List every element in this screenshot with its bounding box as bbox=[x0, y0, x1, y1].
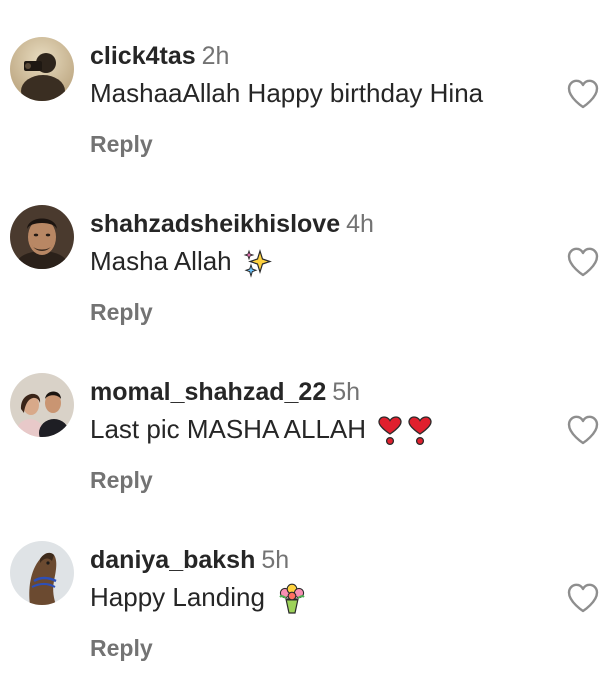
like-button[interactable] bbox=[566, 78, 600, 110]
bouquet-emoji-icon bbox=[276, 583, 308, 615]
avatar[interactable] bbox=[10, 541, 74, 605]
timestamp[interactable]: 5h bbox=[261, 546, 289, 574]
comment-text: Masha Allah bbox=[90, 244, 273, 278]
avatar[interactable] bbox=[10, 373, 74, 437]
comment-text: Last pic MASHA ALLAH bbox=[90, 412, 433, 446]
comment-text: MashaaAllah Happy birthday Hina bbox=[90, 76, 483, 110]
comment-item: daniya_baksh 5h Happy Landing Reply bbox=[0, 504, 615, 672]
reply-button[interactable]: Reply bbox=[90, 634, 153, 662]
comment-text-body: Happy Landing bbox=[90, 582, 265, 612]
timestamp[interactable]: 4h bbox=[346, 210, 374, 238]
avatar[interactable] bbox=[10, 205, 74, 269]
heart-outline-icon bbox=[567, 583, 599, 613]
heart-outline-icon bbox=[567, 247, 599, 277]
horse-avatar-icon bbox=[10, 541, 74, 605]
username[interactable]: momal_shahzad_22 bbox=[90, 378, 326, 406]
comment-text-body: Last pic MASHA ALLAH bbox=[90, 414, 367, 444]
reply-button[interactable]: Reply bbox=[90, 298, 153, 326]
couple-portrait-avatar-icon bbox=[10, 373, 74, 437]
avatar[interactable] bbox=[10, 37, 74, 101]
person-with-camera-avatar-icon bbox=[10, 37, 74, 101]
like-button[interactable] bbox=[566, 582, 600, 614]
like-button[interactable] bbox=[566, 246, 600, 278]
reply-button[interactable]: Reply bbox=[90, 466, 153, 494]
heart-outline-icon bbox=[567, 79, 599, 109]
heart-exclamation-emoji-icon bbox=[377, 416, 403, 446]
reply-button[interactable]: Reply bbox=[90, 130, 153, 158]
username[interactable]: shahzadsheikhislove bbox=[90, 210, 340, 238]
comment-header: momal_shahzad_22 5h bbox=[90, 376, 360, 408]
comment-header: shahzadsheikhislove 4h bbox=[90, 208, 374, 240]
sparkles-emoji-icon bbox=[243, 248, 273, 278]
heart-outline-icon bbox=[567, 415, 599, 445]
timestamp[interactable]: 2h bbox=[202, 42, 230, 70]
comment-item: click4tas 2h MashaaAllah Happy birthday H… bbox=[0, 0, 615, 168]
username[interactable]: daniya_baksh bbox=[90, 546, 255, 574]
comments-list: click4tas 2h MashaaAllah Happy birthday H… bbox=[0, 0, 615, 676]
comment-item: shahzadsheikhislove 4h Masha Allah Reply bbox=[0, 168, 615, 336]
timestamp[interactable]: 5h bbox=[332, 378, 360, 406]
comment-item: momal_shahzad_22 5h Last pic MASHA ALLAH … bbox=[0, 336, 615, 504]
comment-text-body: Masha Allah bbox=[90, 246, 232, 276]
comment-header: click4tas 2h bbox=[90, 40, 229, 72]
username[interactable]: click4tas bbox=[90, 42, 196, 70]
like-button[interactable] bbox=[566, 414, 600, 446]
comment-text: Happy Landing bbox=[90, 580, 308, 615]
comment-text-body: MashaaAllah Happy birthday Hina bbox=[90, 78, 484, 108]
heart-exclamation-emoji-icon bbox=[407, 416, 433, 446]
man-portrait-avatar-icon bbox=[10, 205, 74, 269]
comment-header: daniya_baksh 5h bbox=[90, 544, 289, 576]
